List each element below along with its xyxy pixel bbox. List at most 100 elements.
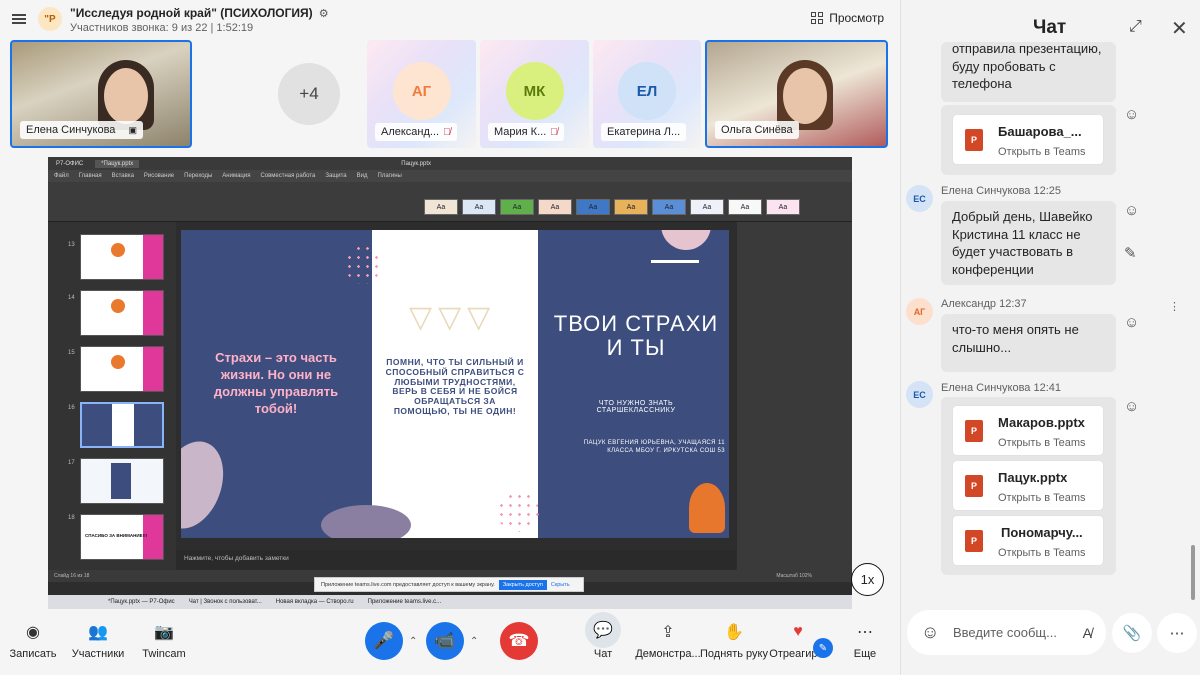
- slide-subtitle: ЧТО НУЖНО ЗНАТЬ СТАРШЕКЛАССНИКУ: [596, 400, 676, 414]
- slide-left-text: Страхи – это часть жизни. Но они не долж…: [213, 350, 339, 416]
- avatar: ЕС: [906, 381, 933, 408]
- reaction-icon[interactable]: ☺: [1124, 314, 1139, 331]
- file-attachment[interactable]: P Макаров.pptx Открыть в Teams: [952, 405, 1104, 456]
- participant-avatar: МК: [505, 62, 564, 120]
- sharing-notice: Приложение teams.live.com предоставляет …: [314, 577, 584, 592]
- video-icon: 📹: [434, 631, 456, 650]
- more-options-icon[interactable]: ⋮: [1169, 300, 1180, 313]
- editor-toolbar: Аа Аа Аа Аа Аа Аа Аа Аа Аа Аа: [48, 182, 852, 222]
- call-window: "Р "Исследуя родной край" (ПСИХОЛОГИЯ) ⚙ …: [0, 0, 900, 675]
- os-taskbar: *Пацук.pptx — Р7-Офис Чат | Звонок с поль…: [48, 595, 852, 609]
- editor-ribbon: Файл Главная Вставка Рисование Переходы Анима…: [48, 170, 852, 182]
- participant-tile[interactable]: АГ Александ... 🎙̸: [367, 40, 476, 148]
- slide-thumbnail: [80, 458, 164, 504]
- settings-icon[interactable]: ⚙: [319, 8, 329, 20]
- stop-sharing-button: Закрыть доступ: [498, 579, 547, 590]
- participant-name: Ольга Синёва: [715, 121, 799, 139]
- more-participants-button[interactable]: +4: [278, 63, 340, 125]
- message-input[interactable]: ☺ Введите сообщ... A̸: [907, 610, 1106, 655]
- grid-view-icon: [811, 12, 824, 24]
- call-header: "Р "Исследуя родной край" (ПСИХОЛОГИЯ) ⚙ …: [0, 0, 900, 38]
- more-icon: ⋯: [857, 624, 873, 641]
- chat-message: отправила презентацию, буду пробовать с …: [941, 42, 1116, 102]
- camera-plus-icon: 📷: [154, 624, 174, 641]
- emoji-icon[interactable]: ☺: [921, 622, 939, 643]
- record-icon: ◉: [26, 624, 40, 641]
- open-in-teams-link[interactable]: Открыть в Teams: [998, 492, 1086, 504]
- powerpoint-icon: P: [965, 420, 983, 442]
- chat-icon: 💬: [585, 612, 621, 648]
- edit-icon[interactable]: ✎: [1124, 244, 1137, 262]
- powerpoint-icon: P: [965, 475, 983, 497]
- slide-thumbnail: СПАСИБО ЗА ВНИМАНИЕ!!!: [80, 514, 164, 560]
- microphone-button[interactable]: 🎤: [365, 622, 403, 660]
- triangles-icon: ▽▽▽: [409, 301, 497, 334]
- chat-title: Чат: [1033, 17, 1067, 38]
- open-in-teams-link[interactable]: Открыть в Teams: [998, 146, 1086, 158]
- group-avatar: "Р: [38, 7, 62, 31]
- end-call-button[interactable]: ☎: [500, 622, 538, 660]
- view-button[interactable]: Просмотр: [811, 11, 884, 25]
- message-meta: Елена Синчукова 12:25: [941, 185, 1061, 197]
- participant-name: Мария К...: [494, 126, 547, 138]
- editor-titlebar: Р7-ОФИС *Пацук.pptx Пацук.pptx: [48, 157, 852, 170]
- reaction-icon[interactable]: ☺: [1124, 398, 1139, 415]
- hide-notice-link: Скрыть: [550, 581, 570, 588]
- screen-share[interactable]: Р7-ОФИС *Пацук.pptx Пацук.pptx Файл Главн…: [48, 157, 852, 595]
- slide-author: ПАЦУК ЕВГЕНИЯ ЮРЬЕВНА, УЧАЩАЯСЯ 11 КЛАСС…: [583, 440, 725, 454]
- participant-tile[interactable]: ЕЛ Екатерина Л...: [593, 40, 701, 148]
- expand-icon[interactable]: ⤢: [1129, 18, 1142, 36]
- hang-up-icon: ☎: [508, 631, 530, 650]
- avatar: АГ: [906, 298, 933, 325]
- camera-options-chevron-icon[interactable]: ⌃: [470, 636, 478, 647]
- format-text-icon[interactable]: A̸: [1083, 625, 1092, 641]
- chat-message: Добрый день, Шавейко Кристина 11 класс н…: [941, 201, 1116, 285]
- more-button[interactable]: ⋯ Еще: [825, 620, 905, 660]
- powerpoint-icon: P: [965, 129, 983, 151]
- participant-name: Александ...: [381, 126, 440, 138]
- slide-notes: Нажмите, чтобы добавить заметки: [176, 550, 736, 570]
- slide-thumbnail-selected: [80, 402, 164, 448]
- share-screen-icon: ⇪: [661, 624, 675, 641]
- reaction-icon[interactable]: ☺: [1124, 202, 1139, 219]
- editor-side-panel: [737, 222, 852, 574]
- reaction-icon[interactable]: ☺: [1124, 106, 1139, 123]
- heart-icon: ♥: [793, 623, 803, 640]
- participant-tile-video[interactable]: Ольга Синёва: [705, 40, 888, 148]
- participant-tile[interactable]: МК Мария К... 🎙̸: [480, 40, 589, 148]
- slide-thumbnail: [80, 346, 164, 392]
- mic-options-chevron-icon[interactable]: ⌃: [409, 636, 417, 647]
- participant-avatar: АГ: [392, 62, 451, 120]
- file-attachment[interactable]: P Пономарчу... Открыть в Teams: [952, 515, 1104, 566]
- hand-icon: ✋: [724, 624, 744, 641]
- participant-name: Елена Синчукова ▣: [20, 121, 143, 139]
- attach-file-icon[interactable]: 📎: [1112, 613, 1152, 653]
- file-attachment[interactable]: P Башарова_... Открыть в Teams: [952, 114, 1104, 165]
- message-meta: Елена Синчукова 12:41: [941, 382, 1061, 394]
- participant-avatar: ЕЛ: [618, 62, 676, 120]
- open-in-teams-link[interactable]: Открыть в Teams: [998, 547, 1086, 559]
- slide-title: ТВОИ СТРАХИ И ТЫ: [553, 311, 719, 361]
- more-icon[interactable]: ⋯: [1157, 613, 1197, 653]
- call-toolbar: ◉ Записать 👥 Участники 📷 Twincam 🎤 ⌃ 📹 ⌃ ☎ …: [0, 610, 900, 675]
- doc-tab: *Пацук.pptx: [95, 159, 140, 168]
- playback-speed-button[interactable]: 1x: [851, 563, 884, 596]
- avatar: ЕС: [906, 185, 933, 212]
- slide-mid-text: ПОМНИ, ЧТО ТЫ СИЛЬНЫЙ И СПОСОБНЫЙ СПРАВИ…: [385, 357, 525, 416]
- chat-panel: Чат ⤢ ✕ отправила презентацию, буду проб…: [900, 0, 1200, 675]
- call-subtitle: Участников звонка: 9 из 22 | 1:52:19: [70, 22, 254, 34]
- camera-button[interactable]: 📹: [426, 622, 464, 660]
- chat-scrollbar[interactable]: [1191, 545, 1195, 600]
- girl-illustration-icon: [689, 483, 725, 533]
- open-in-teams-link[interactable]: Открыть в Teams: [998, 437, 1086, 449]
- close-icon[interactable]: ✕: [1171, 16, 1188, 41]
- menu-icon[interactable]: [12, 14, 26, 24]
- participant-name: Екатерина Л...: [601, 123, 687, 141]
- slide-thumbnail: [80, 290, 164, 336]
- call-title[interactable]: "Исследуя родной край" (ПСИХОЛОГИЯ): [70, 6, 313, 20]
- file-attachment[interactable]: P Пацук.pptx Открыть в Teams: [952, 460, 1104, 511]
- participant-tile-video[interactable]: Елена Синчукова ▣: [10, 40, 192, 148]
- slide-thumbnails: 13 14 15 16 17 18 СПАСИБО ЗА ВНИМАНИЕ!!!: [48, 222, 176, 574]
- twincam-button[interactable]: 📷 Twincam: [124, 620, 204, 660]
- mic-off-icon: 🎙̸: [550, 127, 558, 138]
